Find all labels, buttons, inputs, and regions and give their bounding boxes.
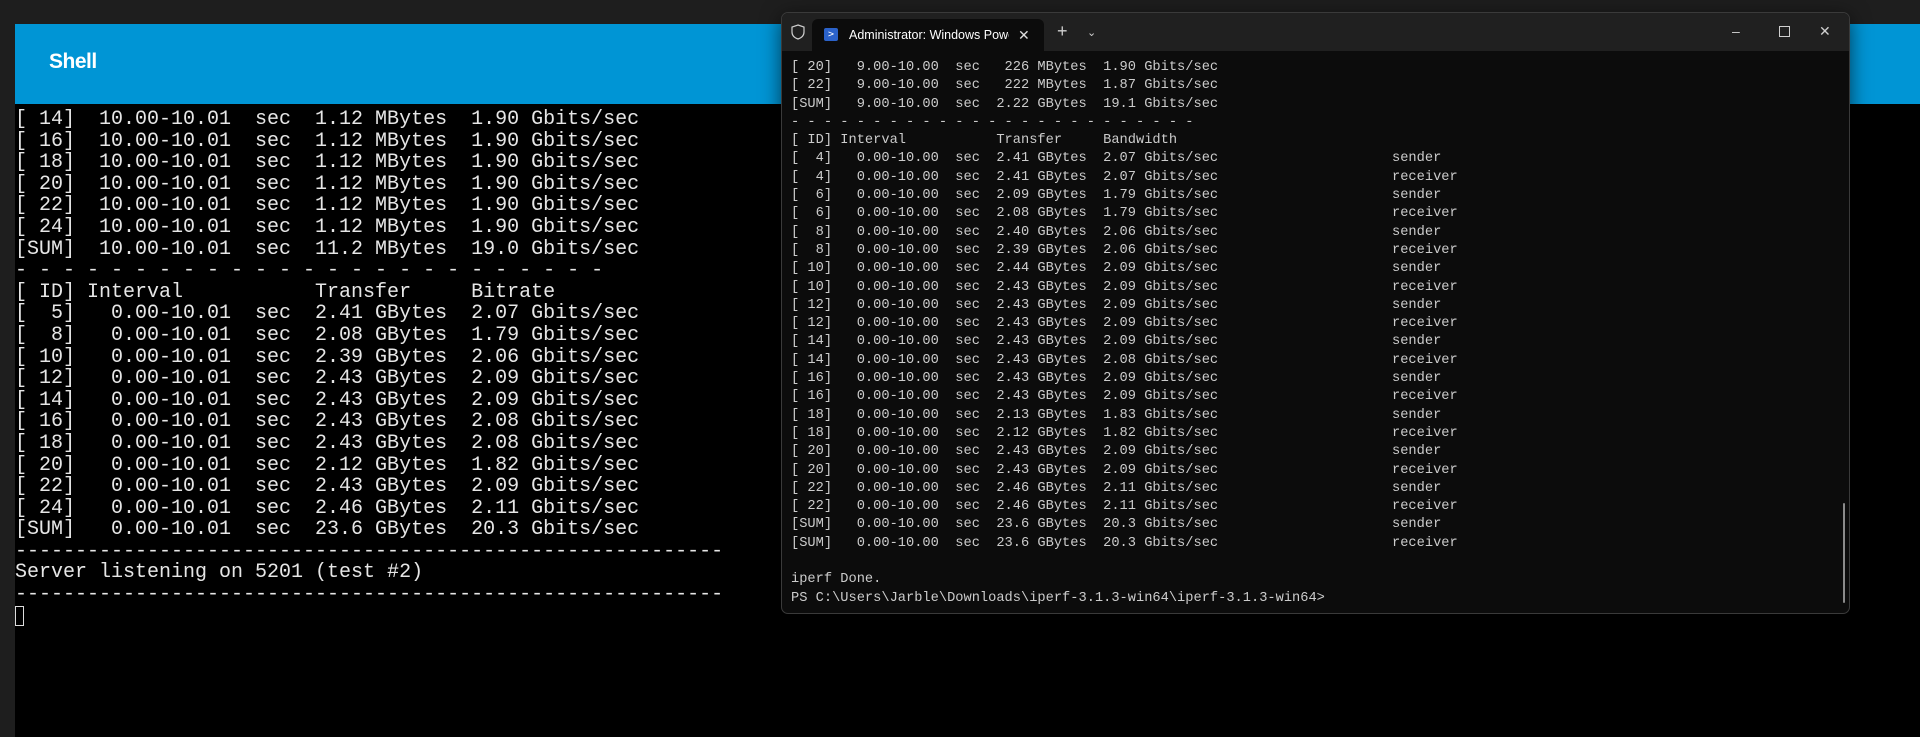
- line-text: [ 18] 0.00-10.00 sec 2.13 GBytes 1.83 Gb…: [791, 407, 1219, 423]
- terminal-line: [ 10] 0.00-10.00 sec 2.44 GBytes 2.09 Gb…: [791, 260, 1829, 278]
- line-text: [ ID] Interval Transfer Bandwidth: [791, 133, 1178, 149]
- terminal-line: [ 12] 0.00-10.00 sec 2.43 GBytes 2.09 Gb…: [791, 297, 1829, 315]
- terminal-line: [SUM] 9.00-10.00 sec 2.22 GBytes 19.1 Gb…: [791, 96, 1829, 114]
- line-text: [ 8] 0.00-10.00 sec 2.40 GBytes 2.06 Gbi…: [791, 224, 1219, 240]
- terminal-line: [ 20] 9.00-10.00 sec 226 MBytes 1.90 Gbi…: [791, 59, 1829, 77]
- line-text: [ 4] 0.00-10.00 sec 2.41 GBytes 2.07 Gbi…: [791, 151, 1219, 167]
- shield-icon: [791, 24, 805, 42]
- line-text: [ 14] 0.00-10.00 sec 2.43 GBytes 2.09 Gb…: [791, 334, 1219, 350]
- terminal-line: [SUM] 0.00-10.00 sec 23.6 GBytes 20.3 Gb…: [791, 516, 1829, 534]
- line-text: [ 6] 0.00-10.00 sec 2.09 GBytes 1.79 Gbi…: [791, 188, 1219, 204]
- role-label: sender: [1392, 261, 1442, 277]
- terminal-line: [ 14] 0.00-10.00 sec 2.43 GBytes 2.08 Gb…: [791, 352, 1829, 370]
- role-label: sender: [1392, 517, 1442, 533]
- terminal-line: [ 16] 0.00-10.00 sec 2.43 GBytes 2.09 Gb…: [791, 388, 1829, 406]
- terminal-line: PS C:\Users\Jarble\Downloads\iperf-3.1.3…: [791, 590, 1829, 608]
- terminal-line: [ ID] Interval Transfer Bandwidth: [791, 132, 1829, 150]
- terminal-line: [ 8] 0.00-10.00 sec 2.39 GBytes 2.06 Gbi…: [791, 242, 1829, 260]
- chevron-down-icon[interactable]: ⌄: [1087, 26, 1096, 40]
- cursor: [15, 605, 24, 626]
- terminal-line: iperf Done.: [791, 571, 1829, 589]
- role-label: receiver: [1392, 316, 1458, 332]
- role-label: sender: [1392, 224, 1442, 240]
- title-bar[interactable]: > Administrator: Windows PowerShell ✕ + …: [782, 13, 1849, 51]
- role-label: sender: [1392, 188, 1442, 204]
- terminal-line: [ 4] 0.00-10.00 sec 2.41 GBytes 2.07 Gbi…: [791, 169, 1829, 187]
- role-label: receiver: [1392, 352, 1458, 368]
- line-text: [ 20] 0.00-10.00 sec 2.43 GBytes 2.09 Gb…: [791, 462, 1219, 478]
- close-window-icon[interactable]: ✕: [1819, 24, 1831, 38]
- role-label: receiver: [1392, 206, 1458, 222]
- role-label: receiver: [1392, 169, 1458, 185]
- line-text: iperf Done.: [791, 572, 882, 588]
- role-label: sender: [1392, 334, 1442, 350]
- line-text: [ 14] 0.00-10.00 sec 2.43 GBytes 2.08 Gb…: [791, 352, 1219, 368]
- line-text: [ 12] 0.00-10.00 sec 2.43 GBytes 2.09 Gb…: [791, 316, 1219, 332]
- terminal-line: [ 22] 0.00-10.00 sec 2.46 GBytes 2.11 Gb…: [791, 480, 1829, 498]
- powershell-output[interactable]: [ 20] 9.00-10.00 sec 226 MBytes 1.90 Gbi…: [791, 59, 1829, 608]
- terminal-line: [ 16] 0.00-10.00 sec 2.43 GBytes 2.09 Gb…: [791, 370, 1829, 388]
- shell-title: Shell: [49, 50, 97, 73]
- terminal-line: [ 6] 0.00-10.00 sec 2.09 GBytes 1.79 Gbi…: [791, 187, 1829, 205]
- line-text: [ 12] 0.00-10.00 sec 2.43 GBytes 2.09 Gb…: [791, 297, 1219, 313]
- role-label: sender: [1392, 480, 1442, 496]
- terminal-line: [ 6] 0.00-10.00 sec 2.08 GBytes 1.79 Gbi…: [791, 205, 1829, 223]
- role-label: sender: [1392, 407, 1442, 423]
- terminal-line: [ 22] 9.00-10.00 sec 222 MBytes 1.87 Gbi…: [791, 77, 1829, 95]
- terminal-line: [ 20] 0.00-10.00 sec 2.43 GBytes 2.09 Gb…: [791, 462, 1829, 480]
- role-label: sender: [1392, 151, 1442, 167]
- line-text: [ 16] 0.00-10.00 sec 2.43 GBytes 2.09 Gb…: [791, 389, 1219, 405]
- line-text: [ 10] 0.00-10.00 sec 2.43 GBytes 2.09 Gb…: [791, 279, 1219, 295]
- terminal-line: [ 18] 0.00-10.00 sec 2.13 GBytes 1.83 Gb…: [791, 407, 1829, 425]
- role-label: receiver: [1392, 535, 1458, 551]
- role-label: receiver: [1392, 279, 1458, 295]
- terminal-line: [ 8] 0.00-10.00 sec 2.40 GBytes 2.06 Gbi…: [791, 224, 1829, 242]
- line-text: [ 8] 0.00-10.00 sec 2.39 GBytes 2.06 Gbi…: [791, 242, 1219, 258]
- line-text: [ 6] 0.00-10.00 sec 2.08 GBytes 1.79 Gbi…: [791, 206, 1219, 222]
- terminal-line: [ 14] 0.00-10.00 sec 2.43 GBytes 2.09 Gb…: [791, 333, 1829, 351]
- role-label: receiver: [1392, 389, 1458, 405]
- line-text: [ 4] 0.00-10.00 sec 2.41 GBytes 2.07 Gbi…: [791, 169, 1219, 185]
- role-label: sender: [1392, 371, 1442, 387]
- terminal-line: - - - - - - - - - - - - - - - - - - - - …: [791, 114, 1829, 132]
- scrollbar[interactable]: [1843, 503, 1845, 603]
- line-text: [SUM] 0.00-10.00 sec 23.6 GBytes 20.3 Gb…: [791, 517, 1219, 533]
- maximize-icon[interactable]: [1779, 25, 1790, 39]
- line-text: [ 18] 0.00-10.00 sec 2.12 GBytes 1.82 Gb…: [791, 425, 1219, 441]
- line-text: [SUM] 9.00-10.00 sec 2.22 GBytes 19.1 Gb…: [791, 96, 1219, 112]
- role-label: receiver: [1392, 499, 1458, 515]
- line-text: - - - - - - - - - - - - - - - - - - - - …: [791, 114, 1194, 130]
- line-text: [ 10] 0.00-10.00 sec 2.44 GBytes 2.09 Gb…: [791, 261, 1219, 277]
- terminal-line: [ 22] 0.00-10.00 sec 2.46 GBytes 2.11 Gb…: [791, 498, 1829, 516]
- line-text: PS C:\Users\Jarble\Downloads\iperf-3.1.3…: [791, 590, 1325, 606]
- terminal-line: [ 10] 0.00-10.00 sec 2.43 GBytes 2.09 Gb…: [791, 279, 1829, 297]
- line-text: [ 20] 0.00-10.00 sec 2.43 GBytes 2.09 Gb…: [791, 444, 1219, 460]
- line-text: [SUM] 0.00-10.00 sec 23.6 GBytes 20.3 Gb…: [791, 535, 1219, 551]
- powershell-icon: >: [824, 28, 838, 41]
- tab-title: Administrator: Windows PowerShell: [849, 28, 1009, 42]
- role-label: receiver: [1392, 242, 1458, 258]
- line-text: [ 22] 0.00-10.00 sec 2.46 GBytes 2.11 Gb…: [791, 480, 1219, 496]
- terminal-line: [ 12] 0.00-10.00 sec 2.43 GBytes 2.09 Gb…: [791, 315, 1829, 333]
- terminal-line: [ 18] 0.00-10.00 sec 2.12 GBytes 1.82 Gb…: [791, 425, 1829, 443]
- role-label: receiver: [1392, 462, 1458, 478]
- plus-icon[interactable]: +: [1057, 22, 1068, 40]
- terminal-line: [SUM] 0.00-10.00 sec 23.6 GBytes 20.3 Gb…: [791, 535, 1829, 553]
- terminal-line: [ 4] 0.00-10.00 sec 2.41 GBytes 2.07 Gbi…: [791, 150, 1829, 168]
- windows-terminal-window: > Administrator: Windows PowerShell ✕ + …: [781, 12, 1850, 614]
- line-text: [ 22] 0.00-10.00 sec 2.46 GBytes 2.11 Gb…: [791, 499, 1219, 515]
- role-label: sender: [1392, 297, 1442, 313]
- close-tab-icon[interactable]: ✕: [1018, 27, 1030, 44]
- line-text: [ 16] 0.00-10.00 sec 2.43 GBytes 2.09 Gb…: [791, 371, 1219, 387]
- line-text: [ 22] 9.00-10.00 sec 222 MBytes 1.87 Gbi…: [791, 78, 1219, 94]
- minimize-icon[interactable]: –: [1732, 24, 1740, 38]
- role-label: sender: [1392, 444, 1442, 460]
- line-text: [ 20] 9.00-10.00 sec 226 MBytes 1.90 Gbi…: [791, 60, 1219, 75]
- tab-powershell[interactable]: > Administrator: Windows PowerShell ✕: [812, 19, 1044, 51]
- role-label: receiver: [1392, 425, 1458, 441]
- terminal-line: [ 20] 0.00-10.00 sec 2.43 GBytes 2.09 Gb…: [791, 443, 1829, 461]
